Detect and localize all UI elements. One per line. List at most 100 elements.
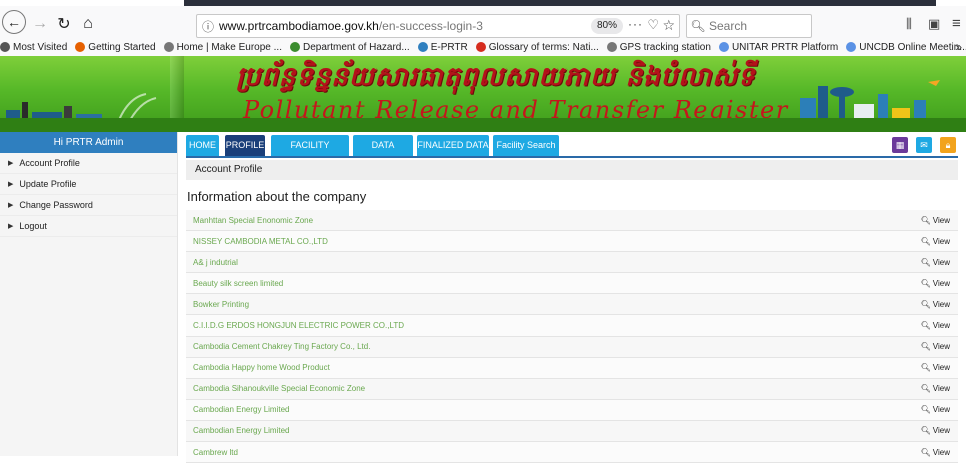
company-name-link[interactable]: Manhttan Special Enonomic Zone	[193, 216, 313, 225]
sidebar-item-change-password[interactable]: ▶ Change Password	[0, 195, 177, 216]
bookmark-label: UNITAR PRTR Platform	[731, 41, 839, 53]
company-name-link[interactable]: Cambodia Happy home Wood Product	[193, 363, 330, 372]
bookmark-item[interactable]: Home | Make Europe ...	[163, 42, 282, 53]
bookmark-item[interactable]: UNITAR PRTR Platform	[718, 41, 839, 53]
bookmark-item[interactable]: Most Visited	[0, 42, 67, 53]
nav-tabs: HOME PROFILE FACILITY REPORTS DATA ERROR…	[186, 132, 958, 171]
reload-button[interactable]: ↻	[54, 10, 74, 38]
forward-button[interactable]: →	[30, 10, 50, 38]
view-link[interactable]: 🔍︎ View	[921, 342, 950, 351]
list-item: C.I.I.D.G ERDOS HONGJUN ELECTRIC POWER C…	[186, 315, 958, 337]
bookmarks-overflow-icon[interactable]: »	[955, 40, 962, 54]
magnifier-icon: 🔍︎	[920, 426, 931, 436]
view-link[interactable]: 🔍︎ View	[921, 448, 950, 457]
list-item: Cambodia Sihanoukville Special Economic …	[186, 378, 958, 400]
magnifier-icon: 🔍︎	[920, 257, 931, 267]
un-icon	[718, 42, 729, 52]
language-flag-icon[interactable]: ▦	[892, 137, 908, 153]
main-content: HOME PROFILE FACILITY REPORTS DATA ERROR…	[186, 132, 958, 463]
company-name-link[interactable]: A& j indutrial	[193, 258, 238, 267]
bookmark-item[interactable]: Glossary of terms: Nati...	[475, 42, 599, 53]
info-icon[interactable]: ⓘ	[197, 18, 219, 35]
view-link[interactable]: 🔍︎ View	[921, 279, 950, 288]
view-label: View	[932, 257, 950, 267]
company-name-link[interactable]: Cambrew ltd	[193, 448, 238, 457]
sidebar-greeting: Hi PRTR Admin	[0, 132, 177, 153]
list-item: Cambodia Happy home Wood Product 🔍︎ View	[186, 357, 958, 379]
company-name-link[interactable]: Cambodian Energy Limited	[193, 405, 290, 414]
hamburger-menu-icon[interactable]: ≡	[952, 15, 961, 32]
globe-icon	[163, 42, 174, 52]
view-label: View	[932, 447, 950, 457]
mail-icon[interactable]: ✉	[916, 137, 932, 153]
zoom-level-badge[interactable]: 80%	[590, 18, 623, 34]
magnifier-icon: 🔍︎	[920, 299, 931, 309]
list-item: Beauty silk screen limited 🔍︎ View	[186, 273, 958, 295]
view-link[interactable]: 🔍︎ View	[921, 216, 950, 225]
un-icon	[846, 42, 857, 52]
bookmark-item[interactable]: GPS tracking station	[606, 42, 711, 53]
company-name-link[interactable]: Bowker Printing	[193, 300, 249, 309]
company-name-link[interactable]: Cambodia Sihanoukville Special Economic …	[193, 384, 365, 393]
magnifier-icon: 🔍︎	[920, 342, 931, 352]
view-link[interactable]: 🔍︎ View	[921, 300, 950, 309]
tab-finalized-data[interactable]: FINALIZED DATA	[417, 135, 489, 156]
magnifier-icon: 🔍︎	[920, 236, 931, 246]
view-link[interactable]: 🔍︎ View	[921, 321, 950, 330]
view-label: View	[932, 426, 950, 436]
sidebar-item-label: Change Password	[19, 200, 93, 210]
sidebar-item-account-profile[interactable]: ▶ Account Profile	[0, 153, 177, 174]
back-button[interactable]: ←	[2, 10, 26, 34]
list-item: Manhttan Special Enonomic Zone 🔍︎ View	[186, 210, 958, 232]
company-name-link[interactable]: C.I.I.D.G ERDOS HONGJUN ELECTRIC POWER C…	[193, 321, 404, 330]
view-link[interactable]: 🔍︎ View	[921, 363, 950, 372]
view-link[interactable]: 🔍︎ View	[921, 258, 950, 267]
home-icon: ⌂	[83, 15, 93, 32]
lock-icon[interactable]: 🔒︎	[940, 137, 956, 153]
reload-icon: ↻	[57, 16, 71, 33]
magnifier-icon: 🔍︎	[920, 321, 931, 331]
view-label: View	[932, 236, 950, 246]
url-bar[interactable]: ⓘ www.prtrcambodiamoe.gov.kh/en-success-…	[196, 14, 680, 38]
tab-profile[interactable]: PROFILE	[225, 135, 265, 156]
bookmark-star-icon[interactable]: ☆	[662, 17, 675, 34]
bookmark-label: UNCDB Online Meetin...	[859, 41, 966, 53]
caret-right-icon: ▶	[8, 202, 14, 209]
view-link[interactable]: 🔍︎ View	[921, 426, 950, 435]
sidebar-item-label: Logout	[19, 221, 47, 231]
list-item: Bowker Printing 🔍︎ View	[186, 294, 958, 316]
company-name-link[interactable]: Beauty silk screen limited	[193, 279, 283, 288]
page-title: Information about the company	[187, 189, 367, 204]
view-label: View	[932, 321, 950, 331]
caret-right-icon: ▶	[8, 160, 14, 167]
page-actions-icon[interactable]: ···	[628, 17, 643, 31]
sidebars-icon[interactable]: ▣	[928, 16, 940, 32]
banner-khmer-title: ប្រព័ន្ធទិន្នន័យសារធាតុពុលសាយភាយ និងបំលា…	[236, 62, 756, 92]
tab-home[interactable]: HOME	[186, 135, 219, 156]
view-link[interactable]: 🔍︎ View	[921, 405, 950, 414]
tab-facility-search[interactable]: Facility Search	[493, 135, 559, 156]
bookmark-item[interactable]: E-PRTR	[417, 42, 468, 53]
browser-toolbar: ← → ↻ ⌂ ⓘ www.prtrcambodiamoe.gov.kh/en-…	[0, 6, 966, 38]
search-input[interactable]: 🔍︎ Search	[686, 14, 812, 38]
home-button[interactable]: ⌂	[78, 10, 98, 38]
view-link[interactable]: 🔍︎ View	[921, 237, 950, 246]
bookmark-item[interactable]: UNCDB Online Meetin...	[846, 42, 966, 53]
bookmark-item[interactable]: Getting Started	[75, 41, 156, 53]
forward-arrow-icon: →	[32, 15, 48, 32]
tab-data-errors[interactable]: DATA ERRORS	[353, 135, 413, 171]
company-name-link[interactable]: Cambodian Energy Limited	[193, 426, 290, 435]
magnifier-icon: 🔍︎	[920, 278, 931, 288]
pocket-icon[interactable]: ♡	[647, 17, 659, 33]
sidebar-item-update-profile[interactable]: ▶ Update Profile	[0, 174, 177, 195]
firefox-icon	[75, 42, 86, 52]
sidebar-item-logout[interactable]: ▶ Logout	[0, 216, 177, 237]
bookmark-item[interactable]: Department of Hazard...	[289, 42, 410, 53]
library-icon[interactable]: ⫼	[906, 16, 912, 32]
gear-icon	[0, 42, 10, 52]
tab-facility-reports[interactable]: FACILITY REPORTS	[271, 135, 349, 171]
company-name-link[interactable]: Cambodia Cement Chakrey Ting Factory Co.…	[193, 342, 370, 351]
bookmark-label: Getting Started	[88, 41, 156, 53]
company-name-link[interactable]: NISSEY CAMBODIA METAL CO.,LTD	[193, 237, 328, 246]
view-link[interactable]: 🔍︎ View	[921, 384, 950, 393]
